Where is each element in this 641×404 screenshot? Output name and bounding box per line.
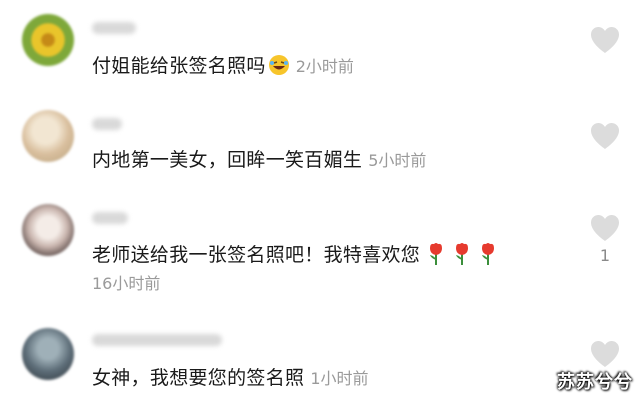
comment-text: 付姐能给张签名照吗 2小时前 xyxy=(92,54,354,79)
comment-item: 老师送给我一张签名照吧！我特喜欢您 16小时前 1 xyxy=(0,190,641,320)
comment-body: 内地第一美女，回眸一笑百媚生 xyxy=(92,149,363,171)
comment-text: 内地第一美女，回眸一笑百媚生 5小时前 xyxy=(92,148,426,173)
rose-emoji-icon xyxy=(430,243,443,265)
like-heart-icon[interactable] xyxy=(590,340,620,368)
comment-text: 老师送给我一张签名照吧！我特喜欢您 xyxy=(92,242,498,267)
rose-emoji-icon xyxy=(456,243,469,265)
rolling-on-floor-laughing-emoji-icon xyxy=(268,55,289,75)
comment-item: 女神，我想要您的签名照 1小时前 xyxy=(0,320,641,404)
comment-time: 5小时前 xyxy=(368,151,427,170)
avatar[interactable] xyxy=(22,14,74,66)
like-heart-icon[interactable] xyxy=(590,26,620,54)
avatar[interactable] xyxy=(22,110,74,162)
comment-text: 女神，我想要您的签名照 1小时前 xyxy=(92,366,369,391)
like-heart-icon[interactable] xyxy=(590,122,620,150)
avatar[interactable] xyxy=(22,204,74,256)
like-heart-icon[interactable] xyxy=(590,214,620,242)
comment-item: 付姐能给张签名照吗 2小时前 xyxy=(0,0,641,100)
comment-body: 付姐能给张签名照吗 xyxy=(92,55,266,77)
watermark: 苏苏兮兮 xyxy=(557,372,633,393)
comment-body: 老师送给我一张签名照吧！我特喜欢您 xyxy=(92,244,421,266)
comment-item: 内地第一美女，回眸一笑百媚生 5小时前 xyxy=(0,100,641,190)
username[interactable] xyxy=(92,212,128,224)
comment-time: 16小时前 xyxy=(92,274,161,293)
comment-time: 1小时前 xyxy=(310,369,369,388)
username[interactable] xyxy=(92,22,136,34)
username[interactable] xyxy=(92,118,122,130)
username[interactable] xyxy=(92,334,222,346)
like-count: 1 xyxy=(599,246,611,265)
comment-time: 2小时前 xyxy=(295,57,354,76)
avatar[interactable] xyxy=(22,328,74,380)
rose-emoji-icon xyxy=(482,243,495,265)
comment-body: 女神，我想要您的签名照 xyxy=(92,367,305,389)
